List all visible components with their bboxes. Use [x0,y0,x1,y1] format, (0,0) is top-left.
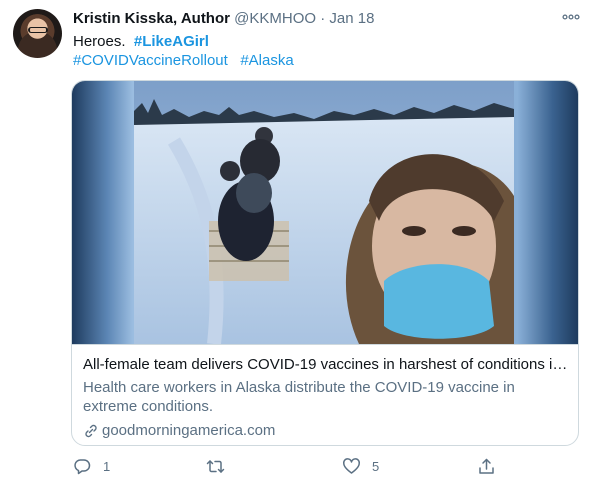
share-icon [479,458,494,474]
reply-icon [74,459,91,475]
tweet-header: Kristin Kisska, Author @KKMHOO · Jan 18 [73,10,374,27]
tweet-text-line-1: Heroes. #LikeAGirl [73,33,209,50]
card-image[interactable] [72,81,578,344]
card-description: Health care workers in Alaska distribute… [83,379,515,415]
tweet-date[interactable]: Jan 18 [329,10,374,27]
hashtag-covidvaccinerollout[interactable]: #COVIDVaccineRollout [73,52,228,69]
tweet[interactable]: Kristin Kisska, Author @KKMHOO · Jan 18 … [0,0,597,481]
tweet-text-line-2: #COVIDVaccineRollout #Alaska [73,52,294,69]
tweet-text: Heroes. [73,33,126,50]
author-name[interactable]: Kristin Kisska, Author [73,10,230,27]
like-count: 5 [372,459,380,474]
retweet-icon [206,460,225,473]
avatar-glasses [28,27,48,33]
heart-icon [343,458,360,474]
link-card[interactable]: All-female team delivers COVID-19 vaccin… [71,80,579,446]
share-button[interactable] [477,457,496,476]
link-icon [85,424,97,437]
reply-count: 1 [103,459,111,474]
author-handle[interactable]: @KKMHOO [234,10,316,27]
card-photo [134,81,514,344]
hashtag-likeagirl[interactable]: #LikeAGirl [134,33,209,50]
hashtag-alaska[interactable]: #Alaska [240,52,293,69]
card-domain-text: goodmorningamerica.com [102,422,276,439]
card-text-area[interactable]: All-female team delivers COVID-19 vaccin… [72,344,578,445]
like-button[interactable]: 5 [342,457,379,476]
more-horizontal-icon[interactable] [561,10,581,24]
reply-button[interactable]: 1 [73,457,110,476]
card-domain: goodmorningamerica.com [83,422,275,439]
separator-dot: · [320,10,326,27]
retweet-button[interactable] [206,457,236,476]
avatar[interactable] [13,9,62,58]
card-title: All-female team delivers COVID-19 vaccin… [83,356,569,373]
